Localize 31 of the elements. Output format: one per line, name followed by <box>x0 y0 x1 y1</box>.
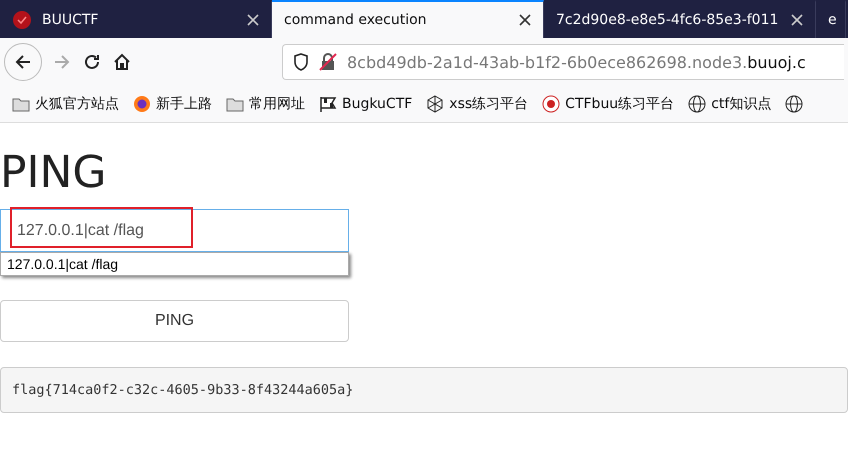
seal-icon <box>542 95 560 113</box>
close-icon[interactable] <box>519 14 531 26</box>
bookmark[interactable]: BugkuCTF <box>319 95 412 113</box>
bookmark[interactable]: ctf知识点 <box>688 95 772 113</box>
checkered-flag-icon <box>319 95 337 113</box>
firefox-icon <box>133 95 151 113</box>
address-bar[interactable]: 8cbd49db-2a1d-43ab-b1f2-6b0ece862698.node3.buuoj.c <box>282 44 844 80</box>
globe-icon <box>785 95 804 113</box>
browser-tab[interactable]: command execution <box>272 0 544 38</box>
bookmark[interactable]: 新手上路 <box>133 95 212 113</box>
bookmark[interactable] <box>785 95 804 113</box>
logo-icon <box>12 10 32 30</box>
shield-icon <box>293 53 309 71</box>
autocomplete-suggestion[interactable]: 127.0.0.1|cat /flag <box>0 252 349 276</box>
cube-icon <box>426 95 444 113</box>
folder-icon <box>226 96 244 112</box>
folder-icon <box>12 96 30 112</box>
globe-icon <box>688 95 706 113</box>
reload-icon[interactable] <box>82 52 102 72</box>
url-text: 8cbd49db-2a1d-43ab-b1f2-6b0ece862698.node3.buuoj.c <box>347 52 806 72</box>
bookmark[interactable]: CTFbuu练习平台 <box>542 95 674 113</box>
input-field[interactable]: 127.0.0.1|cat /flag <box>0 209 349 252</box>
insecure-lock-icon <box>319 53 337 71</box>
page-heading: PING <box>0 147 108 199</box>
back-button[interactable] <box>4 43 42 81</box>
ping-button[interactable]: PING <box>0 300 349 342</box>
bookmark[interactable]: xss练习平台 <box>426 95 528 113</box>
command-output: flag{714ca0f2-c32c-4605-9b33-8f43244a605a} <box>0 367 848 413</box>
bookmark[interactable]: 常用网址 <box>226 95 305 113</box>
home-icon[interactable] <box>112 52 132 72</box>
bookmark[interactable]: 火狐官方站点 <box>12 95 119 113</box>
